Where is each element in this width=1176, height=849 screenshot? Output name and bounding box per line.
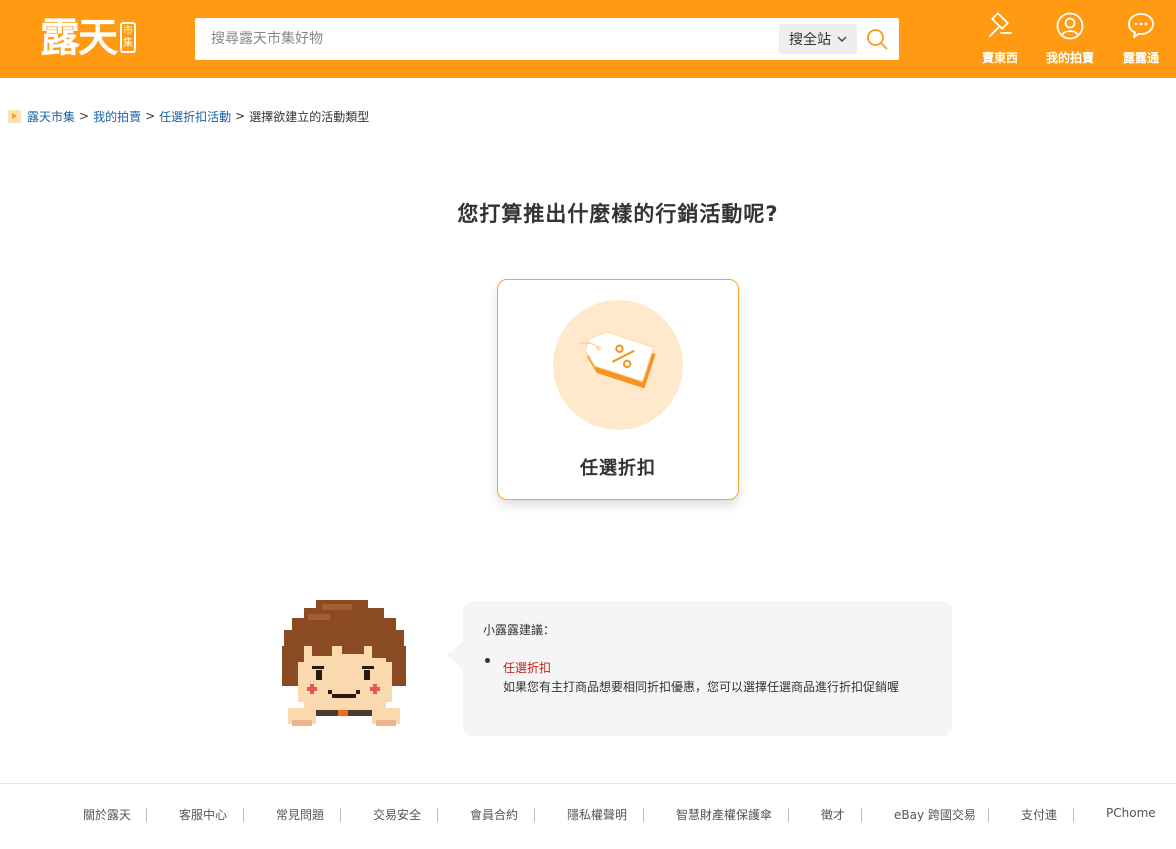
breadcrumb-separator: >	[145, 109, 156, 123]
footer-link-terms[interactable]: 會員合約	[470, 806, 518, 823]
discount-tag-icon	[578, 331, 656, 389]
search-scope-select[interactable]: 搜全站	[779, 24, 857, 54]
tip-item-name: 任選折扣	[503, 661, 552, 675]
footer-link-ebay[interactable]: eBay 跨國交易	[894, 806, 976, 823]
activity-card-label: 任選折扣	[580, 458, 656, 479]
tip-bubble-arrow	[447, 641, 463, 669]
search-button[interactable]	[863, 26, 891, 52]
logo-text: 露天	[40, 14, 118, 61]
nav-chat-label: 露露通	[1122, 51, 1159, 65]
breadcrumb-discount-activity[interactable]: 任選折扣活動	[159, 108, 231, 125]
tip-bullet	[485, 658, 490, 663]
footer-separator	[1073, 808, 1074, 822]
nav-chat[interactable]: 露露通	[1118, 8, 1164, 70]
footer-separator	[437, 808, 438, 822]
breadcrumb-home[interactable]: 露天市集	[27, 108, 75, 125]
nav-sell[interactable]: 賣東西	[978, 8, 1022, 70]
chat-icon	[1128, 13, 1154, 38]
footer-separator	[146, 808, 147, 822]
breadcrumb: 露天市集 > 我的拍賣 > 任選折扣活動 > 選擇欲建立的活動類型	[8, 107, 369, 125]
footer-divider	[0, 783, 1176, 784]
footer-separator	[643, 808, 644, 822]
breadcrumb-separator: >	[79, 109, 90, 123]
breadcrumb-separator: >	[235, 109, 246, 123]
mascot-avatar	[282, 600, 406, 726]
footer-link-about[interactable]: 關於露天	[83, 806, 131, 823]
footer-separator	[243, 808, 244, 822]
footer-separator	[340, 808, 341, 822]
logo[interactable]: 露天 市集	[40, 12, 136, 64]
nav-my-auctions[interactable]: 我的拍賣	[1040, 8, 1100, 70]
header: 露天 市集 搜全站 賣東西	[0, 0, 1176, 78]
logo-badge: 市集	[120, 22, 136, 53]
footer-separator	[534, 808, 535, 822]
footer-separator	[788, 808, 789, 822]
tip-title: 小露露建議：	[483, 623, 556, 637]
gavel-icon	[989, 12, 1012, 37]
search-input[interactable]	[195, 18, 775, 60]
search-box: 搜全站	[195, 18, 899, 60]
footer-link-service[interactable]: 客服中心	[179, 806, 227, 823]
tip-item-description: 如果您有主打商品想要相同折扣優惠，您可以選擇任選商品進行折扣促銷喔	[503, 680, 900, 694]
activity-card-discount[interactable]: 任選折扣	[497, 279, 739, 500]
user-icon	[1056, 12, 1084, 40]
play-icon	[8, 109, 21, 123]
footer-link-safety[interactable]: 交易安全	[373, 806, 421, 823]
card-icon-circle	[553, 300, 683, 430]
footer-separator	[861, 808, 862, 822]
chevron-down-icon	[837, 36, 847, 42]
footer-link-pay[interactable]: 支付連	[1021, 806, 1057, 823]
breadcrumb-current: 選擇欲建立的活動類型	[249, 109, 370, 124]
footer-link-faq[interactable]: 常見問題	[276, 806, 324, 823]
tip-bubble: 小露露建議： 任選折扣 如果您有主打商品想要相同折扣優惠，您可以選擇任選商品進行…	[447, 601, 952, 736]
footer-separator	[988, 808, 989, 822]
search-scope-label: 搜全站	[789, 32, 831, 48]
breadcrumb-my-auctions[interactable]: 我的拍賣	[93, 108, 141, 125]
search-icon	[867, 29, 888, 50]
footer-link-pchome[interactable]: PChome	[1106, 806, 1156, 820]
footer-link-ip[interactable]: 智慧財產權保護傘	[676, 806, 772, 823]
nav-my-auctions-label: 我的拍賣	[1045, 51, 1094, 65]
footer-link-jobs[interactable]: 徵才	[821, 806, 845, 823]
nav-sell-label: 賣東西	[981, 51, 1018, 65]
footer-link-privacy[interactable]: 隱私權聲明	[567, 806, 627, 823]
page-title: 您打算推出什麼樣的行銷活動呢?	[457, 202, 779, 226]
